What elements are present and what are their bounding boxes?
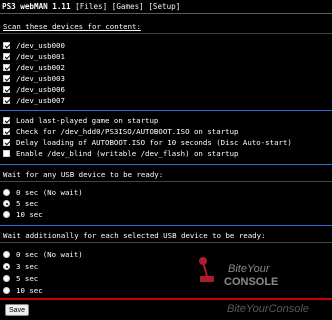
setup-link[interactable]: Setup [153,2,176,11]
device-usb007[interactable]: /dev_usb007 [3,95,65,106]
wait-each-5-radio[interactable] [3,275,10,282]
enable-dev-blind-checkbox[interactable] [3,150,10,157]
wait-each-10-radio[interactable] [3,287,10,294]
device-usb002-checkbox[interactable] [3,64,10,71]
device-usb000-label: /dev_usb000 [16,41,65,50]
wait-any-10-label: 10 sec [16,210,43,219]
app-header: PS3 webMAN 1.11 [Files] [Games] [Setup] [2,2,181,11]
footer-divider [0,298,332,300]
watermark-text: BiteYourConsole [227,303,309,315]
delay-autoboot-label: Delay loading of AUTOBOOT.ISO for 10 sec… [16,138,292,147]
option-load-last-played[interactable]: Load last-played game on startup [3,115,158,126]
device-usb006-label: /dev_usb006 [16,85,65,94]
svg-text:CONSOLE: CONSOLE [224,276,278,288]
wait-any-5-radio[interactable] [3,200,10,207]
wait-each-title-divider [0,242,332,243]
section-divider-3 [0,225,332,226]
biteyourconsole-watermark-logo: BiteYour CONSOLE [199,257,278,288]
option-check-autoboot[interactable]: Check for /dev_hdd0/PS3ISO/AUTOBOOT.ISO … [3,126,238,137]
wait-any-10-radio[interactable] [3,211,10,218]
section-divider-1 [0,110,332,111]
enable-dev-blind-label: Enable /dev_blind (writable /dev_flash) … [16,149,239,158]
option-delay-autoboot[interactable]: Delay loading of AUTOBOOT.ISO for 10 sec… [3,137,292,148]
wait-any-0-radio[interactable] [3,189,10,196]
wait-each-option-5[interactable]: 5 sec [3,273,38,284]
device-usb001[interactable]: /dev_usb001 [3,51,65,62]
app-title: PS3 webMAN 1.11 [2,2,71,11]
wait-any-title: Wait for any USB device to be ready: [3,170,164,179]
wait-any-0-label: 0 sec (No wait) [16,188,83,197]
device-usb003-label: /dev_usb003 [16,74,65,83]
device-usb007-checkbox[interactable] [3,97,10,104]
load-last-played-label: Load last-played game on startup [16,116,159,125]
files-link[interactable]: Files [80,2,103,11]
delay-autoboot-checkbox[interactable] [3,139,10,146]
wait-any-option-5[interactable]: 5 sec [3,198,38,209]
device-usb000[interactable]: /dev_usb000 [3,40,65,51]
scan-title-divider [0,33,332,34]
device-usb006[interactable]: /dev_usb006 [3,84,65,95]
wait-any-option-10[interactable]: 10 sec [3,209,43,220]
wait-each-3-label: 3 sec [16,262,39,271]
device-usb002-label: /dev_usb002 [16,63,65,72]
device-usb003[interactable]: /dev_usb003 [3,73,65,84]
wait-each-10-label: 10 sec [16,286,43,295]
header-divider [0,13,332,14]
section-divider-2 [0,164,332,165]
games-link[interactable]: Games [116,2,139,11]
wait-each-5-label: 5 sec [16,274,39,283]
wait-each-option-3[interactable]: 3 sec [3,261,38,272]
device-usb001-checkbox[interactable] [3,53,10,60]
scan-devices-title: Scan these devices for content: [3,22,141,31]
wait-any-5-label: 5 sec [16,199,39,208]
option-enable-dev-blind[interactable]: Enable /dev_blind (writable /dev_flash) … [3,148,238,159]
svg-text:BiteYour: BiteYour [228,263,271,275]
wait-each-option-0[interactable]: 0 sec (No wait) [3,249,83,260]
check-autoboot-label: Check for /dev_hdd0/PS3ISO/AUTOBOOT.ISO … [16,127,239,136]
device-usb001-label: /dev_usb001 [16,52,65,61]
device-usb006-checkbox[interactable] [3,86,10,93]
check-autoboot-checkbox[interactable] [3,128,10,135]
load-last-played-checkbox[interactable] [3,117,10,124]
joystick-icon [199,257,214,282]
wait-any-title-divider [0,181,332,182]
wait-each-title: Wait additionally for each selected USB … [3,231,266,240]
device-usb000-checkbox[interactable] [3,42,10,49]
wait-each-option-10[interactable]: 10 sec [3,285,43,296]
wait-each-3-radio[interactable] [3,263,10,270]
device-usb003-checkbox[interactable] [3,75,10,82]
save-button[interactable]: Save [5,304,29,316]
device-usb007-label: /dev_usb007 [16,96,65,105]
wait-each-0-radio[interactable] [3,251,10,258]
wait-each-0-label: 0 sec (No wait) [16,250,83,259]
device-usb002[interactable]: /dev_usb002 [3,62,65,73]
wait-any-option-0[interactable]: 0 sec (No wait) [3,187,83,198]
